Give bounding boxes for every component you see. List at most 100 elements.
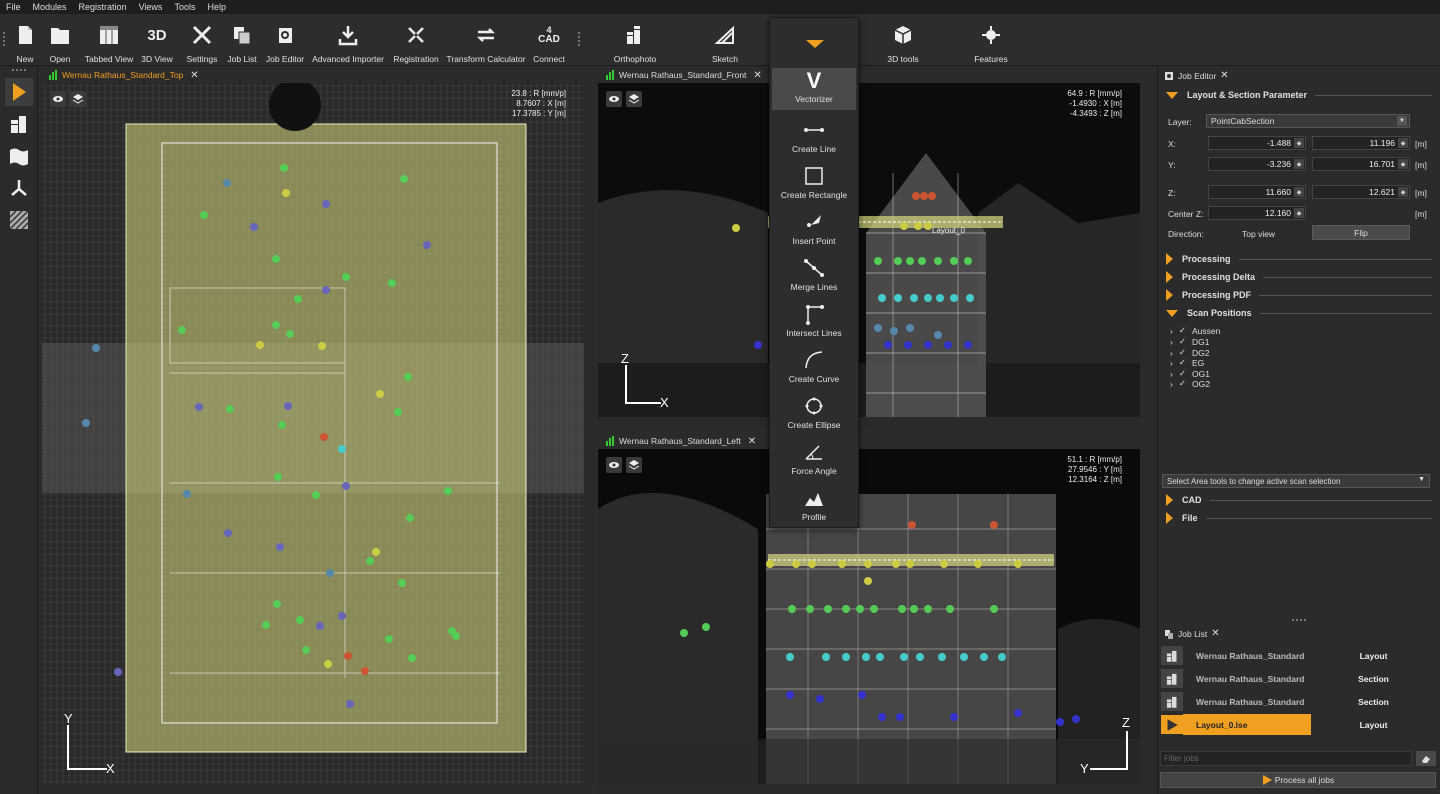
visibility-button[interactable] <box>606 91 622 107</box>
layers-button[interactable] <box>70 91 86 107</box>
z-max-field[interactable]: 12.621 ◆ <box>1312 185 1410 199</box>
checkbox[interactable]: ✓ <box>1179 357 1186 368</box>
clear-filter-button[interactable] <box>1416 751 1436 766</box>
orthophoto-button[interactable]: Orthophoto <box>608 18 662 64</box>
front-view-hscroll[interactable] <box>598 418 1140 428</box>
spinner-icon[interactable]: ◆ <box>1294 208 1304 218</box>
new-button[interactable]: New <box>12 18 38 64</box>
processing-delta-section[interactable]: Processing Delta <box>1166 270 1432 284</box>
y-min-field[interactable]: -3.236 ◆ <box>1208 157 1306 171</box>
scan-item-eg[interactable]: › ✓ EG <box>1170 357 1204 368</box>
front-view-vscroll[interactable] <box>1141 83 1151 417</box>
scan-item-dg1[interactable]: › ✓ DG1 <box>1170 336 1209 347</box>
job-row[interactable]: Wernau Rathaus_Standard Section <box>1160 691 1436 712</box>
map-tool[interactable] <box>5 142 33 170</box>
open-button[interactable]: Open <box>45 18 75 64</box>
job-editor-button[interactable]: Job Editor <box>266 18 304 64</box>
features-button[interactable]: Features <box>968 18 1014 64</box>
left-view-hscroll[interactable] <box>598 784 1140 794</box>
scan-positions-section[interactable]: Scan Positions <box>1166 306 1432 320</box>
job-row-active[interactable]: Layout_0.lse Layout <box>1160 714 1436 735</box>
select-tool[interactable] <box>5 78 33 106</box>
connect-button[interactable]: 4 CAD Connect <box>532 18 566 64</box>
create-curve-button[interactable]: Create Curve <box>770 348 858 384</box>
settings-button[interactable]: Settings <box>184 18 220 64</box>
spinner-icon[interactable]: ◆ <box>1398 159 1408 169</box>
z-min-field[interactable]: 11.660 ◆ <box>1208 185 1306 199</box>
layer-select[interactable]: PointCabSection ▼ <box>1206 114 1410 128</box>
scan-item-aussen[interactable]: › ✓ Aussen <box>1170 325 1220 336</box>
transform-calculator-button[interactable]: Transform Calculator <box>446 18 526 64</box>
insert-point-button[interactable]: Insert Point <box>770 210 858 246</box>
processing-section[interactable]: Processing <box>1166 252 1432 266</box>
3d-tools-button[interactable]: 3D tools <box>883 18 923 64</box>
spinner-icon[interactable]: ◆ <box>1294 187 1304 197</box>
processing-pdf-section[interactable]: Processing PDF <box>1166 288 1432 302</box>
registration-button[interactable]: Registration <box>393 18 439 64</box>
process-all-jobs-button[interactable]: Process all jobs <box>1160 772 1436 788</box>
menu-help[interactable]: Help <box>201 2 232 12</box>
layers-button[interactable] <box>626 457 642 473</box>
checkbox[interactable]: ✓ <box>1179 378 1186 389</box>
left-view-vscroll[interactable] <box>1141 449 1151 784</box>
dropdown-arrow-icon[interactable] <box>806 40 824 48</box>
job-list-tab[interactable]: Job List ✕ <box>1164 628 1220 639</box>
splitter-handle[interactable] <box>1292 619 1306 621</box>
menu-file[interactable]: File <box>0 2 27 12</box>
top-view-tab[interactable]: Wernau Rathaus_Standard_Top ✕ <box>40 67 596 83</box>
tabbed-view-button[interactable]: Tabbed View <box>84 18 134 64</box>
cad-section[interactable]: CAD <box>1166 493 1432 507</box>
sketch-button[interactable]: Sketch <box>706 18 744 64</box>
top-view-hscroll[interactable] <box>42 784 584 794</box>
orthophoto-tool[interactable] <box>5 110 33 138</box>
create-rectangle-button[interactable]: Create Rectangle <box>770 164 858 200</box>
spinner-icon[interactable]: ◆ <box>1294 138 1304 148</box>
merge-lines-button[interactable]: Merge Lines <box>770 256 858 292</box>
advanced-importer-button[interactable]: Advanced Importer <box>312 18 384 64</box>
checkbox[interactable]: ✓ <box>1179 325 1186 336</box>
left-view-tab[interactable]: Wernau Rathaus_Standard_Left ✕ <box>597 433 1156 449</box>
profile-button[interactable]: Profile <box>770 486 858 522</box>
vectorizer-button[interactable]: V Vectorizer <box>772 68 856 110</box>
area-select-dropdown[interactable]: Select Area tools to change active scan … <box>1162 474 1430 488</box>
file-section[interactable]: File <box>1166 511 1432 525</box>
layers-button[interactable] <box>626 91 642 107</box>
top-view-vscroll[interactable] <box>585 83 595 784</box>
x-min-field[interactable]: -1.488 ◆ <box>1208 136 1306 150</box>
x-max-field[interactable]: 11.196 ◆ <box>1312 136 1410 150</box>
spinner-icon[interactable]: ◆ <box>1398 138 1408 148</box>
close-icon[interactable]: ✕ <box>748 436 756 447</box>
filter-jobs-input[interactable]: Filter jobs <box>1160 751 1412 766</box>
front-view-tab[interactable]: Wernau Rathaus_Standard_Front ✕ <box>597 67 1156 83</box>
menu-tools[interactable]: Tools <box>168 2 201 12</box>
3d-view-button[interactable]: 3D 3D View <box>140 18 174 65</box>
y-max-field[interactable]: 16.701 ◆ <box>1312 157 1410 171</box>
flip-button[interactable]: Flip <box>1312 225 1410 240</box>
job-row[interactable]: Wernau Rathaus_Standard Section <box>1160 668 1436 689</box>
left-view-viewport[interactable]: 51.1 : R [mm/p] 27.9546 : Y [m] 12.3164 … <box>598 449 1140 784</box>
job-list-button[interactable]: Job List <box>226 18 258 64</box>
close-icon[interactable]: ✕ <box>190 70 198 81</box>
spinner-icon[interactable]: ◆ <box>1398 187 1408 197</box>
close-icon[interactable]: ✕ <box>1211 628 1219 639</box>
layout-section-header[interactable]: Layout & Section Parameter <box>1166 88 1432 102</box>
force-angle-button[interactable]: Force Angle <box>770 440 858 476</box>
front-view-viewport[interactable]: Layout_0 64.9 : R [mm/p] -1.4930 : X [m]… <box>598 83 1140 417</box>
create-line-button[interactable]: Create Line <box>770 118 858 154</box>
scan-item-og2[interactable]: › ✓ OG2 <box>1170 378 1210 389</box>
menu-views[interactable]: Views <box>133 2 169 12</box>
checkbox[interactable]: ✓ <box>1179 336 1186 347</box>
intersect-lines-button[interactable]: Intersect Lines <box>770 302 858 338</box>
spinner-icon[interactable]: ◆ <box>1294 159 1304 169</box>
create-ellipse-button[interactable]: Create Ellipse <box>770 394 858 430</box>
job-editor-tab[interactable]: Job Editor ✕ <box>1164 70 1229 81</box>
menu-modules[interactable]: Modules <box>27 2 73 12</box>
center-z-field[interactable]: 12.160 ◆ <box>1208 206 1306 220</box>
hatch-tool[interactable] <box>5 206 33 234</box>
visibility-button[interactable] <box>606 457 622 473</box>
close-icon[interactable]: ✕ <box>1220 70 1228 81</box>
axis-tool[interactable] <box>5 174 33 202</box>
close-icon[interactable]: ✕ <box>753 70 761 81</box>
job-row[interactable]: Wernau Rathaus_Standard Layout <box>1160 645 1436 666</box>
visibility-button[interactable] <box>50 91 66 107</box>
